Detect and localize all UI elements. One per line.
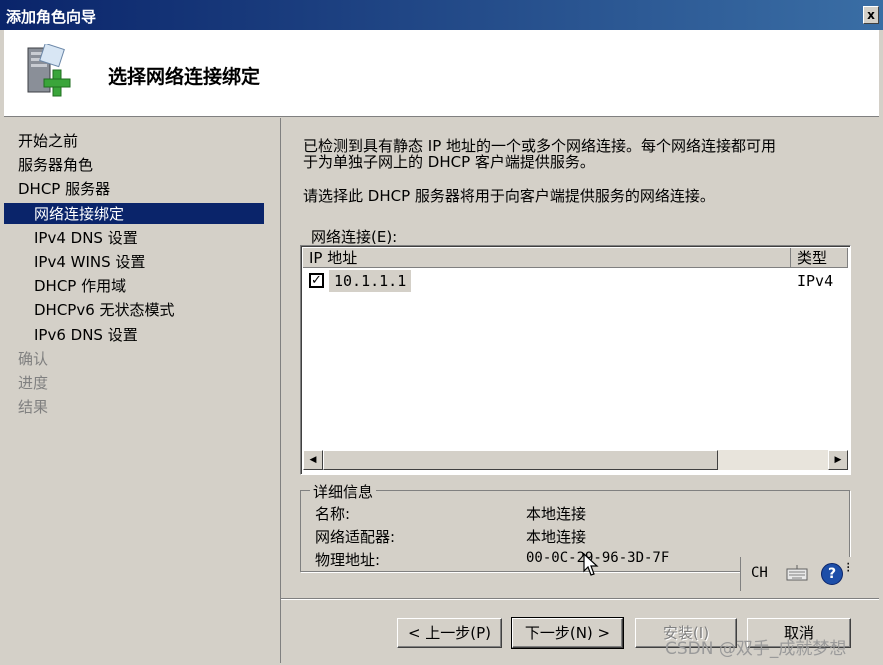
button-separator [281, 598, 879, 600]
column-ip-address[interactable]: IP 地址 [303, 248, 791, 268]
step-ipv4-wins[interactable]: IPv4 WINS 设置 [34, 251, 145, 272]
step-network-binding[interactable]: 网络连接绑定 [4, 203, 264, 224]
server-add-icon [27, 44, 71, 97]
step-dhcp-scope[interactable]: DHCP 作用域 [34, 275, 126, 296]
connection-checkbox[interactable]: ✓ [309, 273, 324, 288]
scroll-thumb[interactable] [323, 450, 718, 470]
instruction-text: 请选择此 DHCP 服务器将用于向客户端提供服务的网络连接。 [303, 187, 715, 205]
scroll-right-icon[interactable]: ▶ [828, 450, 848, 470]
list-header: IP 地址 类型 [303, 248, 848, 268]
step-confirm: 确认 [18, 350, 49, 368]
wizard-header: 选择网络连接绑定 [4, 30, 879, 117]
help-icon[interactable]: ? [821, 563, 843, 585]
type-cell: IPv4 [797, 272, 834, 290]
main-content: 已检测到具有静态 IP 地址的一个或多个网络连接。每个网络连接都可用 于为单独子… [281, 118, 879, 663]
step-progress: 进度 [18, 374, 49, 392]
step-dhcp-server[interactable]: DHCP 服务器 [18, 178, 110, 199]
step-dhcpv6-stateless[interactable]: DHCPv6 无状态模式 [34, 299, 175, 320]
keyboard-icon[interactable] [786, 564, 808, 582]
horizontal-scrollbar[interactable]: ◀ ▶ [303, 450, 848, 470]
details-legend: 详细信息 [310, 481, 377, 502]
intro-text-line1: 已检测到具有静态 IP 地址的一个或多个网络连接。每个网络连接都可用 [303, 137, 777, 155]
name-value: 本地连接 [526, 505, 587, 523]
adapter-value: 本地连接 [526, 528, 587, 546]
mouse-cursor-icon [583, 553, 599, 576]
watermark: CSDN @双手_成就梦想 [665, 639, 847, 659]
next-button[interactable]: 下一步(N) > [511, 617, 624, 649]
title-bar: 添加角色向导 x [0, 0, 883, 30]
step-before-you-begin[interactable]: 开始之前 [18, 130, 78, 151]
list-row[interactable]: ✓ 10.1.1.1 IPv4 [303, 270, 848, 292]
step-results: 结果 [18, 398, 49, 416]
adapter-label: 网络适配器: [315, 528, 396, 546]
step-ipv6-dns[interactable]: IPv6 DNS 设置 [34, 324, 138, 345]
window-title: 添加角色向导 [6, 8, 97, 26]
network-connections-label: 网络连接(E): [311, 228, 398, 246]
page-title: 选择网络连接绑定 [108, 66, 261, 88]
column-type[interactable]: 类型 [791, 248, 848, 268]
name-label: 名称: [315, 505, 351, 523]
mac-label: 物理地址: [315, 551, 381, 569]
step-ipv4-dns[interactable]: IPv4 DNS 设置 [34, 227, 138, 248]
scroll-left-icon[interactable]: ◀ [303, 450, 323, 470]
language-indicator[interactable]: CH [751, 565, 768, 581]
close-icon[interactable]: x [863, 6, 879, 24]
network-connections-list[interactable]: IP 地址 类型 ✓ 10.1.1.1 IPv4 ◀ ▶ [300, 245, 851, 475]
language-bar: CH ? ⁝ [740, 557, 859, 591]
options-icon[interactable]: ⁝ [846, 561, 850, 575]
wizard-steps-panel: 开始之前 服务器角色 DHCP 服务器 网络连接绑定 IPv4 DNS 设置 I… [4, 118, 281, 663]
back-button[interactable]: < 上一步(P) [397, 618, 502, 648]
step-server-roles[interactable]: 服务器角色 [18, 154, 93, 175]
intro-text-line2: 于为单独子网上的 DHCP 客户端提供服务。 [303, 153, 595, 171]
ip-address-cell: 10.1.1.1 [329, 270, 412, 292]
